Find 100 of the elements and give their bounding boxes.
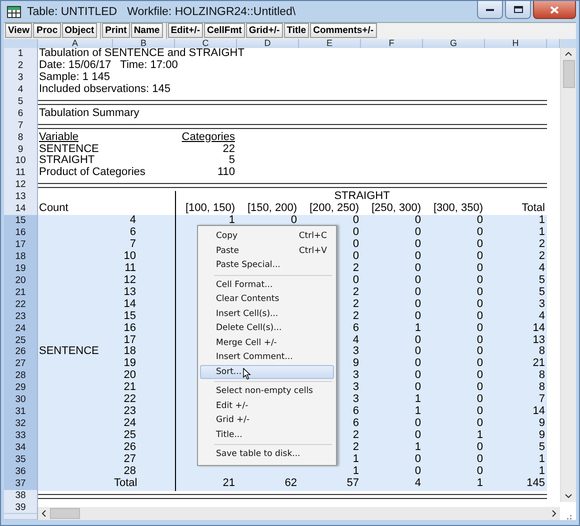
menu-item[interactable]: Sort... bbox=[200, 364, 334, 379]
table-cell: 5 bbox=[485, 286, 547, 300]
row-header[interactable]: 23 bbox=[4, 310, 38, 324]
table-cell-text: 5 bbox=[228, 155, 236, 167]
table-cell: 0 bbox=[423, 418, 485, 432]
table-cell: 22 bbox=[113, 394, 175, 408]
table-cell: Total bbox=[113, 478, 175, 491]
table-cell: 0 bbox=[361, 454, 423, 467]
row-header[interactable]: 18 bbox=[4, 250, 38, 264]
row-header[interactable]: 33 bbox=[4, 430, 38, 443]
row-header[interactable]: 12 bbox=[4, 179, 38, 192]
row-header[interactable]: 19 bbox=[4, 262, 38, 276]
table-cell: 14 bbox=[485, 406, 547, 420]
row-header[interactable]: 11 bbox=[4, 167, 38, 180]
table-cell: 62 bbox=[237, 478, 299, 491]
row-header[interactable]: 37 bbox=[4, 478, 38, 491]
table-cell: 0 bbox=[361, 466, 423, 479]
table-cell: 26 bbox=[113, 442, 175, 455]
table-cell: 3 bbox=[485, 298, 547, 312]
toolbar-button[interactable]: Object bbox=[62, 23, 98, 38]
row-header[interactable]: 38 bbox=[4, 490, 38, 503]
toolbar-button[interactable]: Proc bbox=[33, 23, 61, 38]
row-header[interactable]: 31 bbox=[4, 406, 38, 420]
row-header[interactable]: 22 bbox=[4, 298, 38, 312]
row-header[interactable]: 27 bbox=[4, 358, 38, 372]
table-cell: 12 bbox=[113, 274, 175, 288]
table-cell: 145 bbox=[485, 478, 547, 491]
table-cell: 1 bbox=[485, 454, 547, 467]
toolbar-button[interactable]: Grid+/- bbox=[246, 23, 283, 38]
table-cell: 1 bbox=[361, 406, 423, 420]
row-header[interactable]: 26 bbox=[4, 346, 38, 360]
row-header[interactable]: 39 bbox=[4, 502, 38, 514]
row-header[interactable]: 35 bbox=[4, 454, 38, 467]
table-cell: 0 bbox=[361, 358, 423, 372]
row-header[interactable]: 6 bbox=[4, 108, 38, 121]
toolbar-button[interactable]: View bbox=[5, 23, 32, 38]
column-header[interactable]: H bbox=[485, 39, 547, 48]
table-cell: 0 bbox=[423, 406, 485, 420]
table-cell: 0 bbox=[423, 454, 485, 467]
row-header[interactable]: 32 bbox=[4, 418, 38, 432]
table-cell: 13 bbox=[113, 286, 175, 300]
row-header[interactable]: 3 bbox=[4, 72, 38, 85]
table-cell: 0 bbox=[423, 442, 485, 455]
row-header[interactable]: 7 bbox=[4, 120, 38, 133]
table-cell: 1 bbox=[361, 442, 423, 455]
row-header[interactable]: 10 bbox=[4, 155, 38, 168]
table-cell: 18 bbox=[113, 346, 175, 360]
toolbar-button[interactable]: Print bbox=[102, 23, 130, 38]
row-header[interactable]: 14 bbox=[4, 203, 38, 216]
table-cell: 1 bbox=[299, 466, 361, 479]
table-cell: 27 bbox=[113, 454, 175, 467]
row-header[interactable]: 24 bbox=[4, 322, 38, 336]
workfile-path: Workfile: HOLZINGR24::Untitled\ bbox=[127, 6, 296, 18]
row-header[interactable]: 29 bbox=[4, 382, 38, 396]
table-cell: 4 bbox=[113, 215, 175, 228]
row-header[interactable]: 36 bbox=[4, 466, 38, 479]
row-header[interactable]: 17 bbox=[4, 239, 38, 252]
table-cell: 0 bbox=[423, 358, 485, 372]
table-cell: 0 bbox=[361, 370, 423, 384]
column-header[interactable]: C bbox=[175, 39, 237, 48]
row-header[interactable]: 4 bbox=[4, 84, 38, 97]
row-header[interactable]: 34 bbox=[4, 442, 38, 455]
row-header[interactable]: 2 bbox=[4, 60, 38, 73]
column-header[interactable]: A bbox=[38, 39, 113, 48]
table-cell: 1 bbox=[361, 322, 423, 336]
toolbar-button[interactable]: Title bbox=[284, 23, 310, 38]
table-cell: 0 bbox=[361, 239, 423, 252]
row-header[interactable]: 1 bbox=[4, 48, 38, 61]
toolbar-button[interactable]: Comments+/- bbox=[310, 23, 377, 38]
row-header[interactable]: 5 bbox=[4, 96, 38, 109]
table-cell-text: 22 bbox=[222, 144, 236, 155]
toolbar-button[interactable]: Name bbox=[130, 23, 163, 38]
table-cell: 0 bbox=[423, 310, 485, 324]
table-cell-text: SENTENCE bbox=[38, 144, 100, 155]
row-header[interactable]: 15 bbox=[4, 215, 38, 228]
table-cell: 2 bbox=[485, 239, 547, 252]
column-header[interactable]: E bbox=[299, 39, 361, 48]
toolbar-button[interactable]: Edit+/- bbox=[168, 23, 203, 38]
table-cell: 1 bbox=[361, 394, 423, 408]
row-header[interactable]: 30 bbox=[4, 394, 38, 408]
row-header[interactable]: 16 bbox=[4, 227, 38, 240]
table-cell-text: Categories bbox=[180, 132, 236, 144]
table-cell: 0 bbox=[361, 430, 423, 443]
table-cell: 0 bbox=[423, 322, 485, 336]
table-cell: 14 bbox=[485, 322, 547, 336]
table-cell-text: Tabulation Summary bbox=[38, 108, 140, 121]
column-header[interactable]: G bbox=[423, 39, 485, 48]
row-header[interactable]: 8 bbox=[4, 132, 38, 145]
table-cell-text: Product of Categories bbox=[38, 167, 146, 180]
column-header[interactable]: F bbox=[361, 39, 423, 48]
row-header[interactable]: 13 bbox=[4, 191, 38, 204]
table-cell: 0 bbox=[361, 382, 423, 396]
row-header[interactable]: 21 bbox=[4, 286, 38, 300]
column-header[interactable]: D bbox=[237, 39, 299, 48]
table-cell: 0 bbox=[361, 286, 423, 300]
table-cell: 0 bbox=[423, 227, 485, 240]
row-header[interactable]: 28 bbox=[4, 370, 38, 384]
toolbar-button[interactable]: CellFmt bbox=[204, 23, 245, 38]
row-header[interactable]: 20 bbox=[4, 274, 38, 288]
column-header[interactable]: B bbox=[113, 39, 175, 48]
